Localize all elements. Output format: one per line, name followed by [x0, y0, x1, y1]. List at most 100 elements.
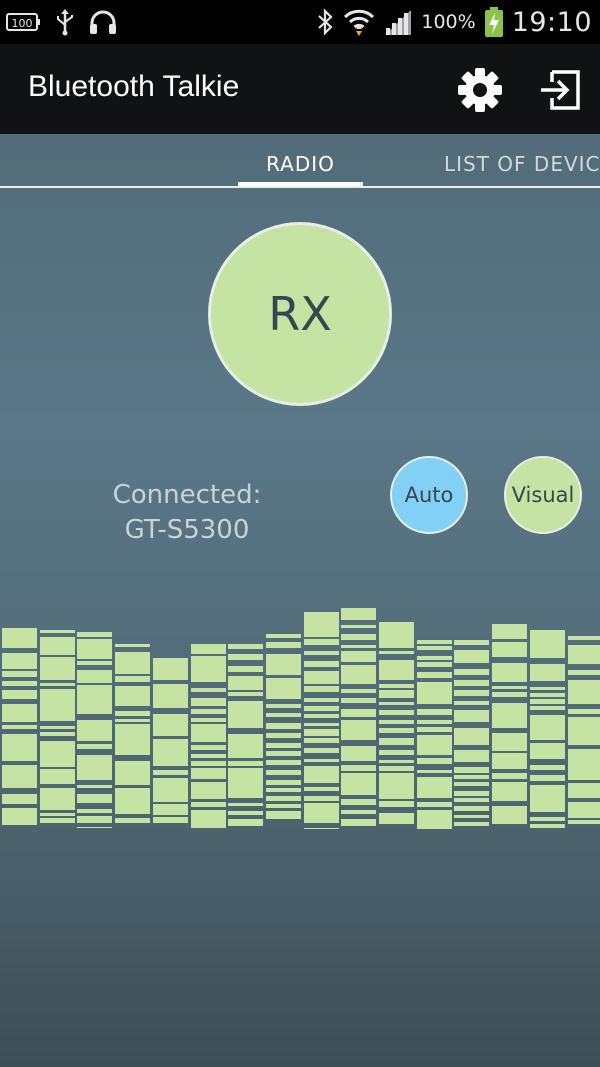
visualizer-segment	[303, 686, 339, 692]
usb-icon	[54, 8, 76, 36]
visualizer-segment	[39, 818, 75, 823]
visualizer-segment	[454, 767, 490, 773]
visualizer-segment	[303, 748, 339, 753]
status-left-icons: 100	[6, 6, 118, 38]
visualizer-segment	[265, 743, 301, 748]
visualizer-segment	[529, 743, 565, 759]
visualizer-segment	[152, 817, 188, 823]
visualizer-segment	[265, 796, 301, 801]
visualizer-segment	[115, 652, 151, 674]
visualizer-segment	[379, 690, 414, 698]
visualizer-segment	[341, 810, 377, 814]
visualizer-segment	[416, 672, 452, 678]
visualizer-segment	[190, 688, 226, 692]
visualizer-segment	[341, 608, 377, 620]
visualizer-segment	[303, 651, 339, 655]
visualizer-segment	[39, 683, 75, 686]
visualizer-segment	[190, 761, 226, 766]
visualizer-segment	[454, 690, 490, 696]
visualizer-segment	[416, 720, 452, 724]
visualizer-segment	[454, 669, 490, 675]
visualizer-segment	[341, 709, 377, 717]
tab-strip: RADIO LIST OF DEVIC	[0, 134, 600, 188]
visualizer-segment	[77, 685, 113, 714]
visualizer-segment	[379, 813, 414, 824]
visualizer-segment	[152, 684, 188, 708]
visualizer-segment	[529, 715, 565, 740]
visualizer-segment	[416, 656, 452, 660]
battery-100-icon: 100	[6, 11, 42, 33]
visualizer-segment	[265, 788, 301, 792]
visualizer-segment	[228, 803, 264, 806]
visualizer-segment	[454, 782, 490, 786]
visualizer-segment	[454, 806, 490, 811]
visualizer-segment	[77, 816, 113, 823]
visualizer-segment	[529, 817, 565, 821]
visualizer-segment	[303, 714, 339, 718]
visualizer-segment	[341, 746, 377, 761]
visualizer-segment	[228, 692, 264, 696]
visualizer-segment	[341, 765, 377, 771]
visualizer-segment	[416, 727, 452, 732]
visualizer-segment	[39, 769, 75, 784]
visualizer-segment	[529, 664, 565, 681]
exit-button[interactable]	[536, 66, 584, 114]
visualizer-segment	[77, 720, 113, 741]
visualizer-segment	[39, 788, 75, 810]
visualizer-segment	[2, 628, 37, 648]
visualizer-segment	[529, 706, 565, 710]
visualizer-segment	[228, 676, 264, 690]
visualizer-segment	[77, 827, 113, 828]
visualizer-segment	[454, 640, 490, 645]
visualizer-segment	[265, 654, 301, 675]
visualizer-segment	[379, 702, 414, 705]
visualizer-segment	[379, 720, 414, 724]
visualizer-segment	[567, 783, 600, 798]
visualizer-segment	[39, 726, 75, 729]
visualizer-segment	[341, 634, 377, 640]
visualizer-column	[416, 600, 452, 840]
visualizer-segment	[228, 666, 264, 672]
visualizer-segment	[190, 810, 226, 828]
visualizer-segment	[303, 706, 339, 711]
visualizer-segment	[39, 732, 75, 736]
visualizer-segment	[77, 670, 113, 683]
visualizer-segment	[115, 761, 151, 785]
visual-button[interactable]: Visual	[504, 456, 582, 534]
tab-list-of-devices[interactable]: LIST OF DEVIC	[444, 152, 600, 176]
exit-icon	[541, 70, 580, 110]
rx-button[interactable]: RX	[208, 222, 392, 406]
visualizer-segment	[492, 782, 528, 801]
visualizer-segment	[265, 780, 301, 785]
visualizer-segment	[303, 671, 339, 684]
visualizer-column	[152, 600, 188, 840]
visualizer-segment	[39, 813, 75, 816]
visualizer-segment	[228, 811, 264, 815]
visualizer-segment	[190, 724, 226, 742]
visualizer-column	[39, 600, 75, 840]
visualizer-segment	[341, 720, 377, 740]
visualizer-segment	[567, 717, 600, 745]
battery-percent: 100%	[421, 11, 476, 33]
visualizer-segment	[303, 759, 339, 762]
visualizer-segment	[416, 777, 452, 798]
visualizer-segment	[492, 686, 528, 689]
visualizer-segment	[454, 822, 490, 826]
status-bar: 100 100% 19:10	[0, 0, 600, 44]
visualizer-segment	[529, 775, 565, 781]
visualizer-segment	[115, 686, 151, 706]
visualizer-segment	[492, 806, 528, 824]
signal-icon	[383, 8, 413, 36]
visualizer-segment	[303, 796, 339, 801]
tab-radio[interactable]: RADIO	[238, 152, 363, 176]
visualizer-column	[77, 600, 113, 840]
visualizer-segment	[416, 662, 452, 667]
visualizer-segment	[303, 738, 339, 743]
settings-button[interactable]	[456, 66, 504, 114]
visualizer-column	[341, 600, 377, 840]
auto-button[interactable]: Auto	[390, 456, 468, 534]
visualizer-segment	[152, 770, 188, 775]
visualizer-segment	[492, 733, 528, 751]
visualizer-segment	[341, 645, 377, 648]
visualizer-column	[379, 600, 414, 840]
